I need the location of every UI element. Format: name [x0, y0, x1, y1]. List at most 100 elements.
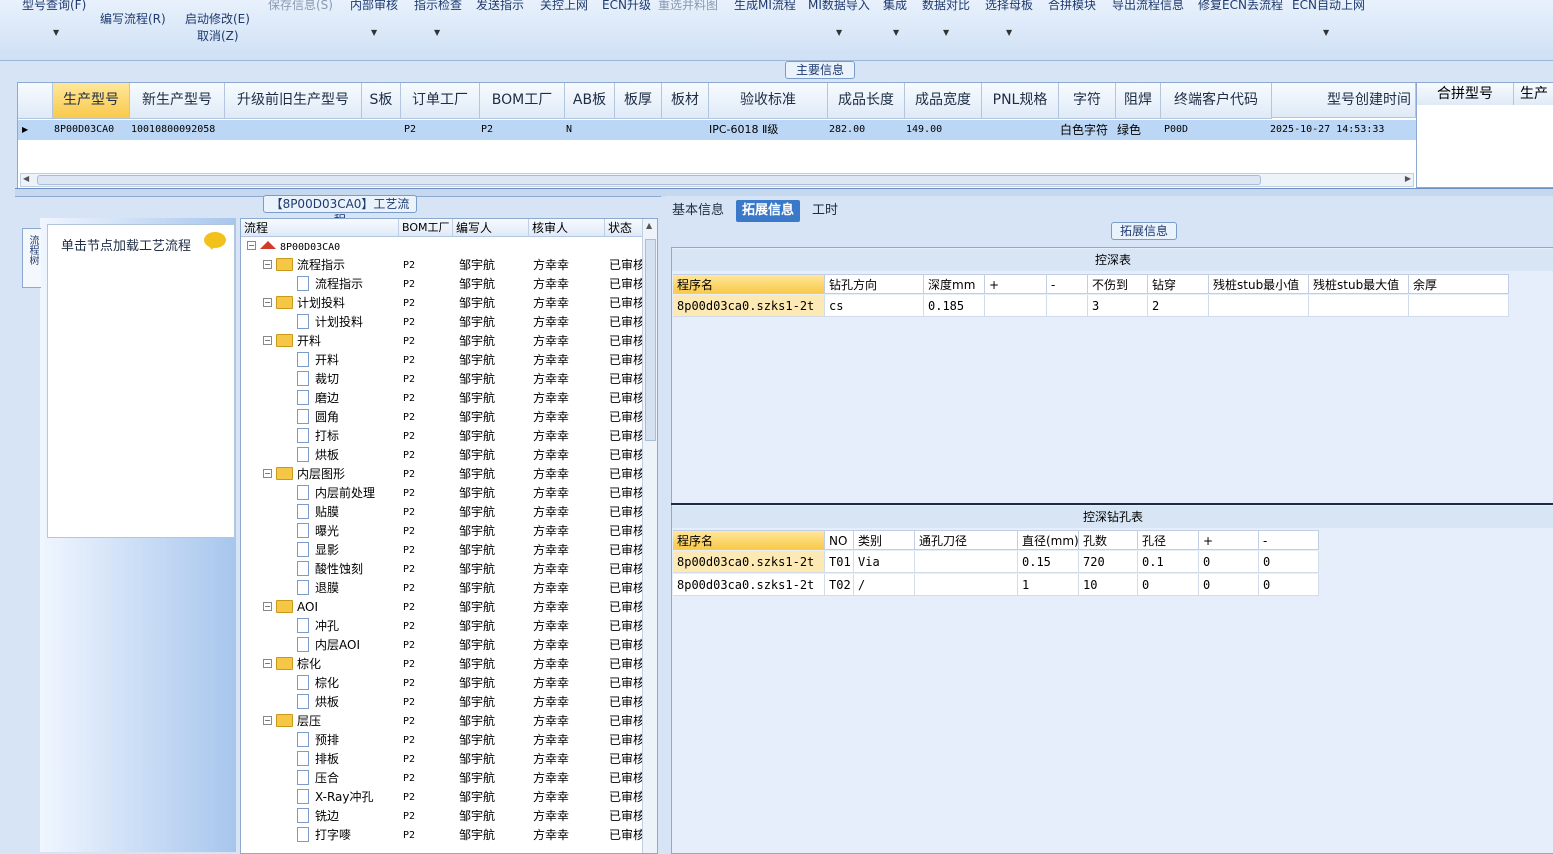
- chevron-down-icon[interactable]: ▼: [893, 28, 899, 37]
- chevron-down-icon[interactable]: ▼: [371, 28, 377, 37]
- select-mother-board-button[interactable]: 选择母板: [985, 0, 1033, 13]
- depth-table-col-header[interactable]: 余厚: [1409, 274, 1509, 294]
- scroll-right-icon[interactable]: ▶: [1405, 174, 1411, 183]
- tree-header-writer[interactable]: 编写人: [453, 219, 529, 237]
- instruction-check-button[interactable]: 指示检查: [414, 0, 462, 13]
- tree-folder-row[interactable]: − 流程指示 P2 邹宇航 方幸幸 已审核: [241, 256, 645, 275]
- start-modify-button[interactable]: 启动修改(E): [185, 10, 250, 27]
- vertical-scrollbar[interactable]: ▲: [642, 219, 657, 853]
- tree-node-row[interactable]: 酸性蚀刻 P2 邹宇航 方幸幸 已审核: [241, 560, 645, 579]
- scroll-up-icon[interactable]: ▲: [646, 221, 652, 230]
- tree-header-reviewer[interactable]: 核审人: [529, 219, 605, 237]
- drill-table-cell[interactable]: T01: [825, 551, 854, 573]
- cell-model[interactable]: 8P00D03CA0: [54, 121, 114, 139]
- depth-table-col-header[interactable]: 残桩stub最大值: [1309, 274, 1409, 294]
- tree-node-row[interactable]: 流程指示 P2 邹宇航 方幸幸 已审核: [241, 275, 645, 294]
- collapse-icon[interactable]: −: [263, 469, 272, 478]
- drill-table-col-header[interactable]: 类别: [854, 530, 915, 550]
- cell-bom-factory[interactable]: P2: [481, 121, 493, 139]
- chevron-down-icon[interactable]: ▼: [943, 28, 949, 37]
- col-header-thickness[interactable]: 板厚: [615, 83, 662, 119]
- drill-table-cell[interactable]: [915, 551, 1018, 573]
- chevron-down-icon[interactable]: ▼: [1323, 28, 1329, 37]
- drill-table-col-header[interactable]: 孔径: [1138, 530, 1199, 550]
- depth-table-cell[interactable]: [1047, 295, 1088, 317]
- drill-table-cell[interactable]: /: [854, 574, 915, 596]
- collapse-icon[interactable]: −: [263, 716, 272, 725]
- ecn-upgrade-button[interactable]: ECN升级: [602, 0, 651, 13]
- scroll-thumb[interactable]: [37, 175, 1261, 185]
- reselect-material-button[interactable]: 重选并料图: [658, 0, 718, 13]
- tree-folder-row[interactable]: − 内层图形 P2 邹宇航 方幸幸 已审核: [241, 465, 645, 484]
- drill-table-cell[interactable]: 0: [1199, 551, 1259, 573]
- tree-node-row[interactable]: 圆角 P2 邹宇航 方幸幸 已审核: [241, 408, 645, 427]
- col-header-old-model[interactable]: 升级前旧生产型号: [225, 83, 362, 119]
- chevron-down-icon[interactable]: ▼: [434, 28, 440, 37]
- send-instruction-button[interactable]: 发送指示: [476, 0, 524, 13]
- col-header-production[interactable]: 生产: [1514, 83, 1553, 105]
- cell-length[interactable]: 282.00: [829, 121, 865, 139]
- depth-table-cell[interactable]: [1309, 295, 1409, 317]
- tree-node-row[interactable]: 冲孔 P2 邹宇航 方幸幸 已审核: [241, 617, 645, 636]
- drill-table-cell[interactable]: 8p00d03ca0.szks1-2t: [673, 574, 825, 596]
- col-header-acceptance[interactable]: 验收标准: [709, 83, 828, 119]
- cell-solder[interactable]: 绿色: [1117, 121, 1141, 139]
- tree-root-row[interactable]: − 8P00D03CA0: [241, 237, 641, 256]
- collapse-icon[interactable]: −: [247, 241, 256, 250]
- cell-customer-code[interactable]: P00D: [1164, 121, 1188, 139]
- col-header-new-model[interactable]: 新生产型号: [130, 83, 225, 119]
- tree-node-row[interactable]: 开料 P2 邹宇航 方幸幸 已审核: [241, 351, 645, 370]
- collapse-icon[interactable]: −: [263, 659, 272, 668]
- mi-data-import-button[interactable]: MI数据导入: [808, 0, 870, 13]
- tree-node-row[interactable]: 预排 P2 邹宇航 方幸幸 已审核: [241, 731, 645, 750]
- depth-table-col-header[interactable]: 残桩stub最小值: [1209, 274, 1309, 294]
- drill-table-col-header[interactable]: NO: [825, 530, 854, 550]
- col-header-order-factory[interactable]: 订单工厂: [401, 83, 480, 119]
- depth-table-cell[interactable]: 0.185: [924, 295, 985, 317]
- cell-order-factory[interactable]: P2: [404, 121, 416, 139]
- data-compare-button[interactable]: 数据对比: [922, 0, 970, 13]
- combine-module-button[interactable]: 合拼模块: [1048, 0, 1096, 13]
- collapse-icon[interactable]: −: [263, 602, 272, 611]
- ecn-auto-online-button[interactable]: ECN自动上网: [1292, 0, 1365, 13]
- tree-folder-row[interactable]: − 棕化 P2 邹宇航 方幸幸 已审核: [241, 655, 645, 674]
- col-header-bom-factory[interactable]: BOM工厂: [480, 83, 565, 119]
- collapse-icon[interactable]: −: [263, 298, 272, 307]
- depth-table-col-header[interactable]: 钻孔方向: [825, 274, 924, 294]
- generate-mi-process-button[interactable]: 生成MI流程: [734, 0, 796, 13]
- col-header-s-board[interactable]: S板: [362, 83, 401, 119]
- tree-node-row[interactable]: 烘板 P2 邹宇航 方幸幸 已审核: [241, 446, 645, 465]
- tree-folder-row[interactable]: − 开料 P2 邹宇航 方幸幸 已审核: [241, 332, 645, 351]
- cell-new-model[interactable]: 10010800092058: [131, 121, 215, 139]
- drill-table-cell[interactable]: 0: [1138, 574, 1199, 596]
- cell-width[interactable]: 149.00: [906, 121, 942, 139]
- repair-ecn-process-button[interactable]: 修复ECN丢流程: [1198, 0, 1283, 13]
- drill-table-cell[interactable]: 0: [1259, 574, 1319, 596]
- side-tab-process-tree[interactable]: 流程树: [22, 228, 41, 288]
- tree-folder-row[interactable]: − AOI P2 邹宇航 方幸幸 已审核: [241, 598, 645, 617]
- depth-table-cell[interactable]: [1409, 295, 1509, 317]
- col-header-solder[interactable]: 阻焊: [1116, 83, 1161, 119]
- col-header-customer-code[interactable]: 终端客户代码: [1161, 83, 1272, 119]
- tree-node-row[interactable]: 烘板 P2 邹宇航 方幸幸 已审核: [241, 693, 645, 712]
- drill-table-cell[interactable]: 720: [1079, 551, 1138, 573]
- drill-table-col-header[interactable]: 孔数: [1079, 530, 1138, 550]
- horizontal-scrollbar[interactable]: ◀ ▶: [20, 173, 1414, 187]
- depth-table-col-header[interactable]: 不伤到: [1088, 274, 1148, 294]
- tree-node-row[interactable]: 压合 P2 邹宇航 方幸幸 已审核: [241, 769, 645, 788]
- model-query-button[interactable]: 型号查询(F): [22, 0, 86, 13]
- drill-table-col-header[interactable]: 通孔刀径: [915, 530, 1018, 550]
- tree-node-row[interactable]: 曝光 P2 邹宇航 方幸幸 已审核: [241, 522, 645, 541]
- col-header-ab-board[interactable]: AB板: [565, 83, 615, 119]
- tree-header-process[interactable]: 流程: [241, 219, 399, 237]
- col-header-combine-model[interactable]: 合拼型号: [1417, 83, 1514, 105]
- depth-table-col-header[interactable]: 深度mm: [924, 274, 985, 294]
- col-header-model[interactable]: 生产型号: [53, 83, 130, 119]
- tree-node-row[interactable]: 内层AOI P2 邹宇航 方幸幸 已审核: [241, 636, 645, 655]
- drill-table-cell[interactable]: 8p00d03ca0.szks1-2t: [673, 551, 825, 573]
- drill-table-col-header[interactable]: +: [1199, 530, 1259, 550]
- scroll-left-icon[interactable]: ◀: [23, 174, 29, 183]
- tree-node-row[interactable]: 退膜 P2 邹宇航 方幸幸 已审核: [241, 579, 645, 598]
- depth-table-cell[interactable]: [1209, 295, 1309, 317]
- col-header-material[interactable]: 板材: [662, 83, 709, 119]
